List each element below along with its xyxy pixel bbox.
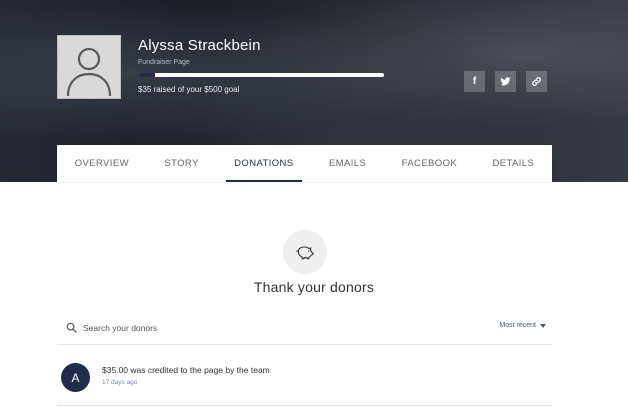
search-icon xyxy=(66,322,77,333)
tab-emails[interactable]: EMAILS xyxy=(321,145,374,182)
facebook-share-button[interactable]: f xyxy=(464,71,485,92)
donor-search-input[interactable] xyxy=(83,320,383,336)
piggy-bank-badge xyxy=(283,230,327,274)
goal-progress-fill xyxy=(138,73,156,77)
donation-description: $35.00 was credited to the page by the t… xyxy=(102,365,270,375)
donor-search-bar: Most recent xyxy=(57,318,552,345)
sort-dropdown[interactable]: Most recent xyxy=(499,322,546,329)
raised-summary: $35 raised of your $500 goal xyxy=(138,85,240,94)
link-icon xyxy=(532,77,541,86)
page-tabs: OVERVIEW STORY DONATIONS EMAILS FACEBOOK… xyxy=(57,145,552,182)
tab-facebook[interactable]: FACEBOOK xyxy=(394,145,465,182)
piggy-bank-icon xyxy=(296,246,314,260)
section-heading: Thank your donors xyxy=(253,279,375,295)
facebook-icon: f xyxy=(472,76,477,87)
tab-overview[interactable]: OVERVIEW xyxy=(67,145,137,182)
twitter-share-button[interactable] xyxy=(495,71,516,92)
fundraiser-subtitle: Fundraiser Page xyxy=(138,59,190,66)
tab-story[interactable]: STORY xyxy=(156,145,206,182)
sort-label: Most recent xyxy=(499,322,536,329)
tab-donations[interactable]: DONATIONS xyxy=(226,145,302,182)
donation-timestamp: 17 days ago xyxy=(102,379,138,386)
profile-photo-placeholder[interactable] xyxy=(57,35,121,99)
caret-down-icon xyxy=(540,323,546,328)
donor-avatar: A xyxy=(61,363,90,392)
twitter-icon xyxy=(500,77,511,86)
copy-link-button[interactable] xyxy=(526,71,547,92)
fundraiser-name: Alyssa Strackbein xyxy=(138,37,261,54)
person-silhouette-icon xyxy=(58,36,120,98)
goal-progress-bar xyxy=(138,73,384,77)
donation-list-item[interactable]: A $35.00 was credited to the page by the… xyxy=(57,355,552,406)
tab-details[interactable]: DETAILS xyxy=(485,145,543,182)
